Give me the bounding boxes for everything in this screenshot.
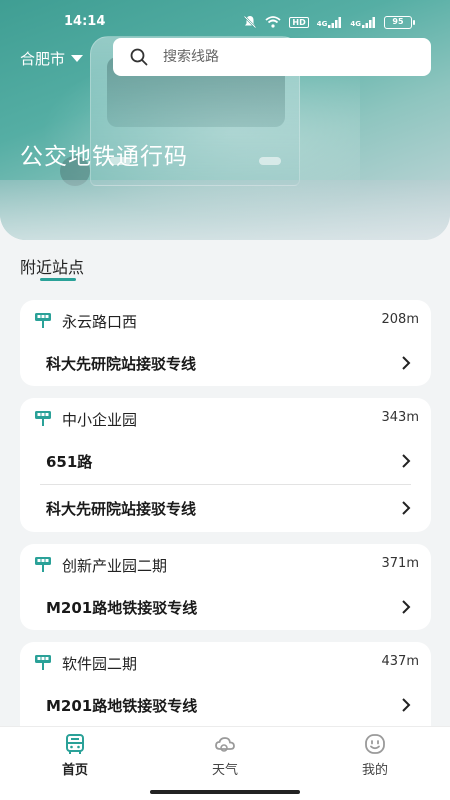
bus-icon [66,734,84,754]
mute-bell-icon [244,15,257,29]
stop-distance: 437m [381,654,419,669]
hero-banner [0,0,450,240]
smile-face-icon [365,734,385,754]
stop-distance: 371m [381,556,419,571]
stop-name: 创新产业园二期 [62,557,168,575]
home-indicator-bar [0,784,450,800]
city-selector[interactable]: 合肥市 [20,48,84,69]
route-row[interactable]: M201路地铁接驳专线 [20,584,431,630]
bus-stop-icon [35,655,51,670]
tab-home-label: 首页 [61,763,88,778]
wifi-icon [265,16,281,28]
page-title: 公交地铁通行码 [20,144,188,170]
city-label: 合肥市 [20,50,66,68]
stop-card: 软件园二期 437m M201路地铁接驳专线 [20,642,431,726]
route-name: M201路地铁接驳专线 [46,598,198,617]
signal-label-2: 4G [350,19,361,28]
stop-card-header: 永云路口西 208m [20,300,431,340]
search-box[interactable] [113,38,431,76]
stop-distance: 343m [381,410,419,425]
bus-stop-icon [35,411,51,426]
stop-card: 永云路口西 208m 科大先研院站接驳专线 [20,300,431,386]
tab-mine-label: 我的 [361,763,388,778]
bus-stop-icon [35,313,51,328]
hd-badge: HD [289,16,309,28]
route-row[interactable]: M201路地铁接驳专线 [20,682,431,728]
road-background [0,180,450,240]
caret-down-icon [71,55,84,62]
signal-label-1: 4G [316,19,328,28]
tab-home[interactable]: 首页 [25,733,125,778]
status-time: 14:14 [64,14,106,29]
search-icon [130,48,148,66]
cloud-sun-icon [215,737,235,752]
route-name: 651路 [46,452,93,471]
bus-stop-icon [35,557,51,572]
signal-icon-2: 4G [350,16,376,28]
section-title-nearby: 附近站点 [20,258,85,277]
chevron-right-icon [402,356,411,370]
stop-card: 创新产业园二期 371m M201路地铁接驳专线 [20,544,431,630]
stop-name: 中小企业园 [62,411,138,429]
chevron-right-icon [402,501,411,515]
section-underline [40,278,76,281]
route-row[interactable]: 科大先研院站接驳专线 [20,340,431,386]
battery-icon: 95 [384,15,415,29]
stop-name: 永云路口西 [62,313,138,331]
stop-card: 中小企业园 343m 651路 科大先研院站接驳专线 [20,398,431,532]
stop-name: 软件园二期 [62,655,138,673]
route-name: 科大先研院站接驳专线 [46,499,197,518]
tab-mine[interactable]: 我的 [325,733,425,778]
tab-weather[interactable]: 天气 [175,733,275,778]
home-indicator[interactable] [150,790,300,794]
chevron-right-icon [402,454,411,468]
stop-card-header: 创新产业园二期 371m [20,544,431,584]
search-input[interactable] [163,49,403,65]
chevron-right-icon [402,698,411,712]
status-icons: HD 4G 4G 95 [243,15,415,29]
stop-card-header: 中小企业园 343m [20,398,431,438]
route-name: M201路地铁接驳专线 [46,696,198,715]
status-bar: 14:14 HD 4G 4G 95 [0,12,450,34]
signal-icon-1: 4G [316,16,343,28]
stop-distance: 208m [381,312,419,327]
route-name: 科大先研院站接驳专线 [46,354,197,373]
bottom-tab-bar: 首页 天气 我的 [0,726,450,784]
tab-weather-label: 天气 [211,763,238,778]
bus-headlight-right [259,157,281,165]
chevron-right-icon [402,600,411,614]
stop-card-header: 软件园二期 437m [20,642,431,682]
route-row[interactable]: 651路 [20,438,431,484]
route-row[interactable]: 科大先研院站接驳专线 [20,485,431,531]
